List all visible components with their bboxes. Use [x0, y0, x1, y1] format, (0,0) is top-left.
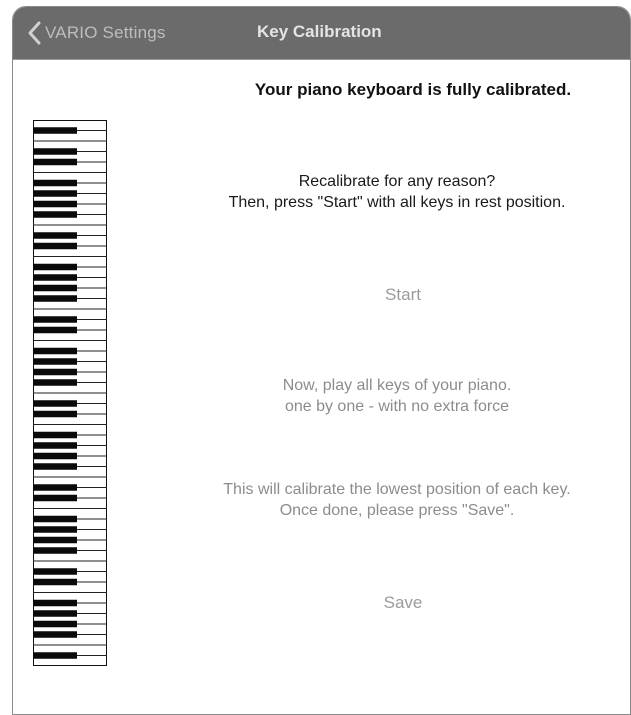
play-instructions: Now, play all keys of your piano. one by…: [177, 375, 617, 417]
black-key: [33, 652, 77, 659]
black-key: [33, 536, 77, 544]
calibrate-line-1: This will calibrate the lowest position …: [223, 481, 571, 498]
black-key: [33, 610, 77, 617]
black-key: [33, 431, 77, 439]
black-key: [33, 347, 77, 355]
black-key: [33, 631, 77, 638]
black-key: [33, 211, 77, 218]
black-key: [33, 326, 77, 334]
app-window: VARIO Settings Key Calibration Your pian…: [12, 6, 631, 715]
black-key: [33, 316, 77, 323]
black-key: [33, 547, 77, 554]
black-key: [33, 620, 77, 628]
recalibrate-line-2: Then, press "Start" with all keys in res…: [228, 194, 566, 211]
black-key: [33, 148, 77, 155]
black-key: [33, 127, 77, 134]
back-label: VARIO Settings: [45, 23, 166, 42]
black-key: [33, 284, 77, 292]
black-key: [33, 368, 77, 376]
black-key: [33, 452, 77, 460]
save-button[interactable]: Save: [343, 593, 463, 613]
black-key: [33, 526, 77, 533]
black-key: [33, 200, 77, 208]
play-line-2: one by one - with no extra force: [284, 398, 510, 415]
black-key: [33, 295, 77, 302]
black-key: [33, 578, 77, 586]
back-button[interactable]: VARIO Settings: [27, 19, 166, 47]
black-key: [33, 515, 77, 523]
navigation-bar: VARIO Settings Key Calibration: [13, 7, 630, 60]
black-key: [33, 232, 77, 239]
page-title: Key Calibration: [257, 22, 382, 41]
black-key: [33, 463, 77, 470]
piano-keyboard-image: [33, 120, 107, 666]
calibrate-line-2: Once done, please press "Save".: [279, 502, 515, 519]
black-key: [33, 179, 77, 187]
black-key: [33, 263, 77, 271]
black-key: [33, 568, 77, 575]
black-key: [33, 599, 77, 607]
black-key: [33, 442, 77, 449]
recalibrate-instructions: Recalibrate for any reason? Then, press …: [177, 171, 617, 213]
black-key: [33, 410, 77, 418]
black-key: [33, 400, 77, 407]
start-button[interactable]: Start: [343, 285, 463, 305]
black-key: [33, 274, 77, 281]
black-key: [33, 190, 77, 197]
black-key: [33, 494, 77, 502]
black-key: [33, 379, 77, 386]
black-key: [33, 242, 77, 250]
calibration-status-heading: Your piano keyboard is fully calibrated.: [254, 80, 572, 99]
calibrate-instructions: This will calibrate the lowest position …: [177, 479, 617, 521]
play-line-1: Now, play all keys of your piano.: [282, 377, 512, 394]
recalibrate-line-1: Recalibrate for any reason?: [298, 173, 496, 190]
black-key: [33, 484, 77, 491]
black-key: [33, 158, 77, 166]
chevron-left-icon: [28, 21, 41, 45]
black-key: [33, 358, 77, 365]
